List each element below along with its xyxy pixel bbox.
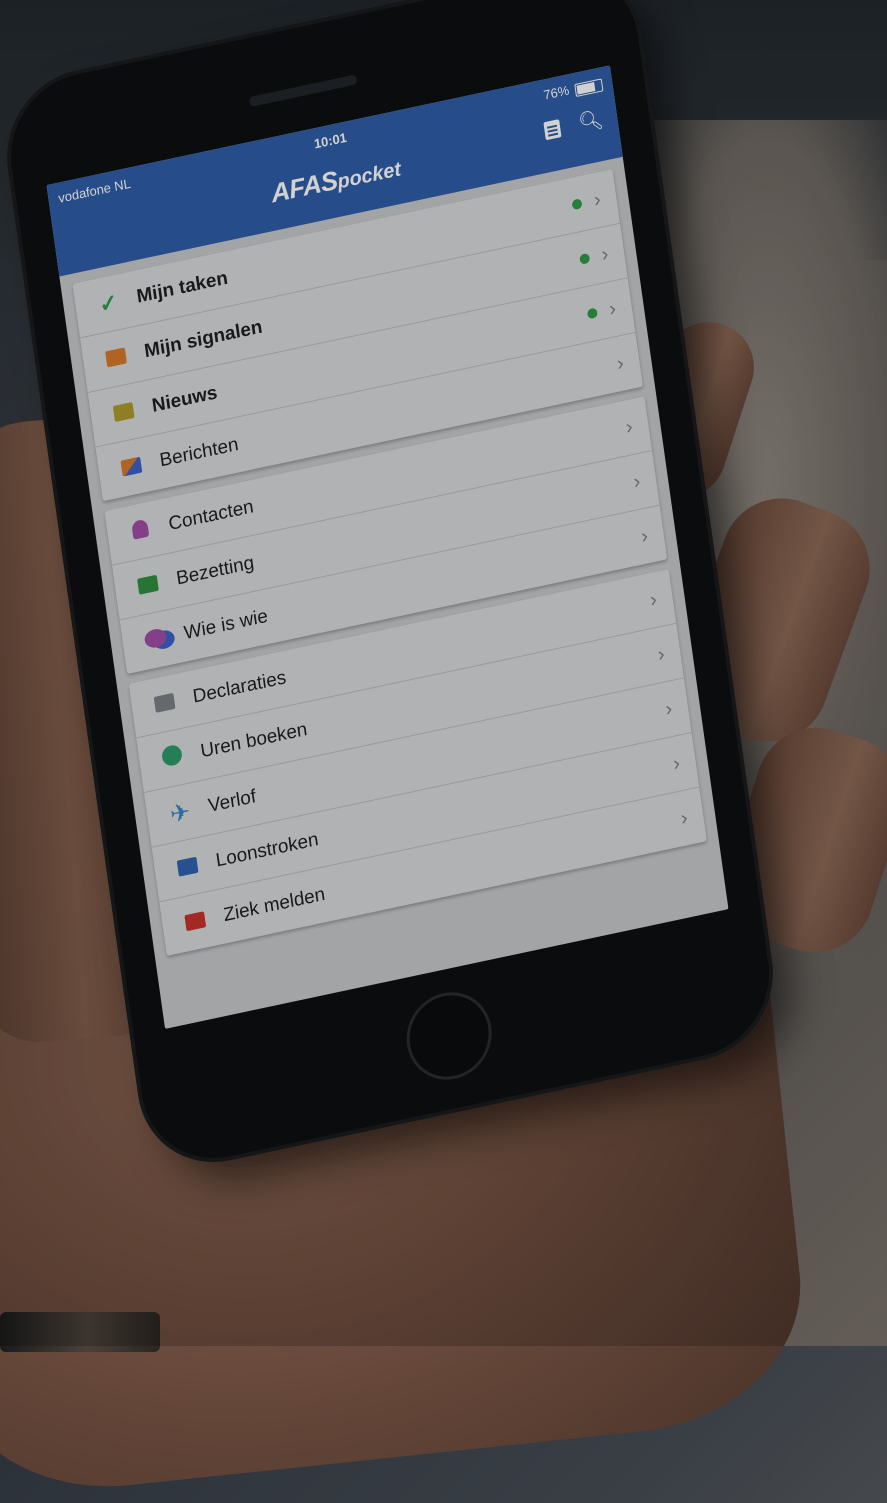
chevron-right-icon: › [600, 242, 610, 266]
notification-dot [579, 252, 591, 265]
phone-earpiece [248, 74, 358, 108]
payslip-icon [171, 852, 204, 884]
people-icon [139, 624, 172, 656]
brand-main: AFAS [269, 164, 340, 209]
airplane-icon: ✈ [168, 797, 192, 829]
first-aid-kit-icon [179, 906, 212, 938]
search-icon[interactable]: 🔍︎ [577, 106, 605, 136]
clock-icon [156, 742, 189, 774]
notification-dot [571, 198, 583, 211]
battery-percent: 76% [542, 82, 571, 103]
brand-sub: pocket [336, 158, 403, 194]
occupancy-icon [132, 570, 165, 602]
main-menu: ✓ Mijn taken › Mijn signalen › Nieuws › Bericht… [61, 167, 719, 959]
checkmark-icon: ✓ [97, 288, 120, 318]
wristwatch [0, 1312, 160, 1352]
chevron-right-icon: › [607, 297, 618, 321]
signal-chat-icon [100, 342, 133, 374]
receipt-icon [148, 688, 181, 720]
news-icon [107, 397, 140, 429]
chevron-right-icon: › [592, 187, 602, 212]
contact-person-icon [124, 515, 157, 547]
phone-screen: vodafone NL 10:01 76% AFASpocket 🔍︎ ✓ Mij… [46, 65, 729, 1029]
home-button[interactable] [401, 984, 498, 1088]
document-icon[interactable] [543, 119, 562, 141]
messages-icon [115, 452, 148, 484]
notification-dot [587, 307, 599, 320]
